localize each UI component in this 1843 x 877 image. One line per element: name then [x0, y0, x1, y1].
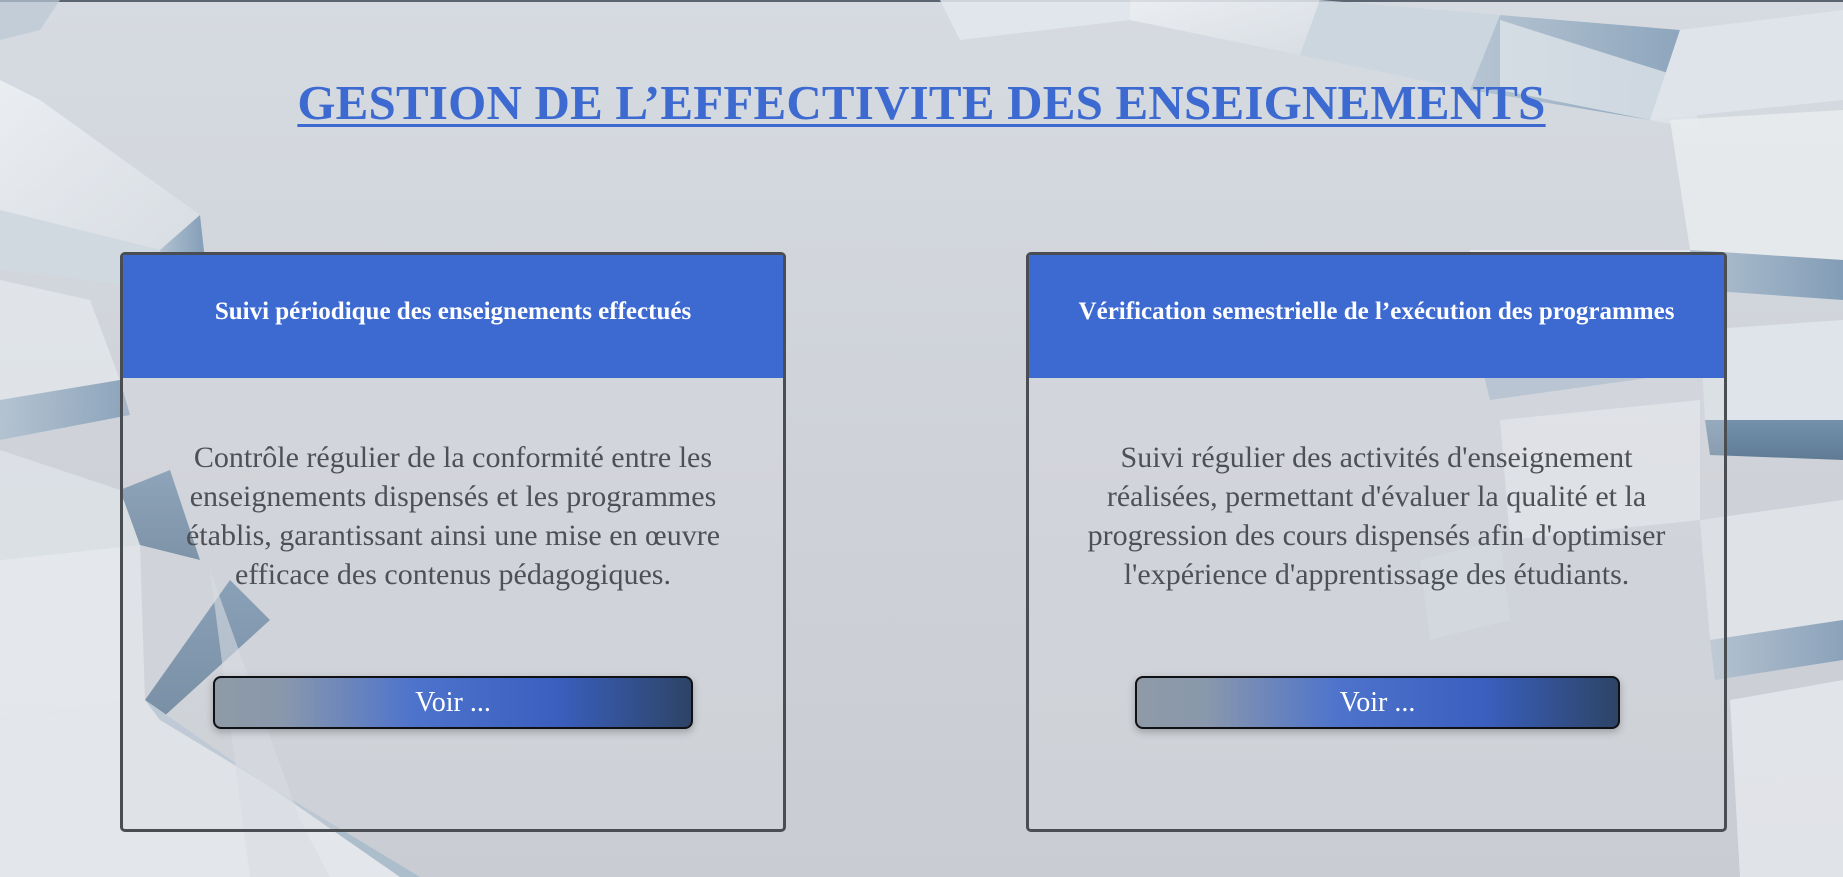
card-description: Contrôle régulier de la conformité entre… — [185, 441, 721, 591]
voir-button[interactable]: Voir ... — [213, 676, 693, 729]
card-suivi-periodique: Suivi périodique des enseignements effec… — [120, 252, 786, 832]
card-header: Vérification semestrielle de l’exécution… — [1029, 255, 1724, 378]
card-header: Suivi périodique des enseignements effec… — [123, 255, 783, 378]
card-verification-semestrielle: Vérification semestrielle de l’exécution… — [1026, 252, 1727, 832]
card-description: Suivi régulier des activités d'enseignem… — [1087, 441, 1666, 591]
voir-button[interactable]: Voir ... — [1135, 676, 1620, 729]
page-title: GESTION DE L’EFFECTIVITE DES ENSEIGNEMEN… — [297, 75, 1546, 130]
